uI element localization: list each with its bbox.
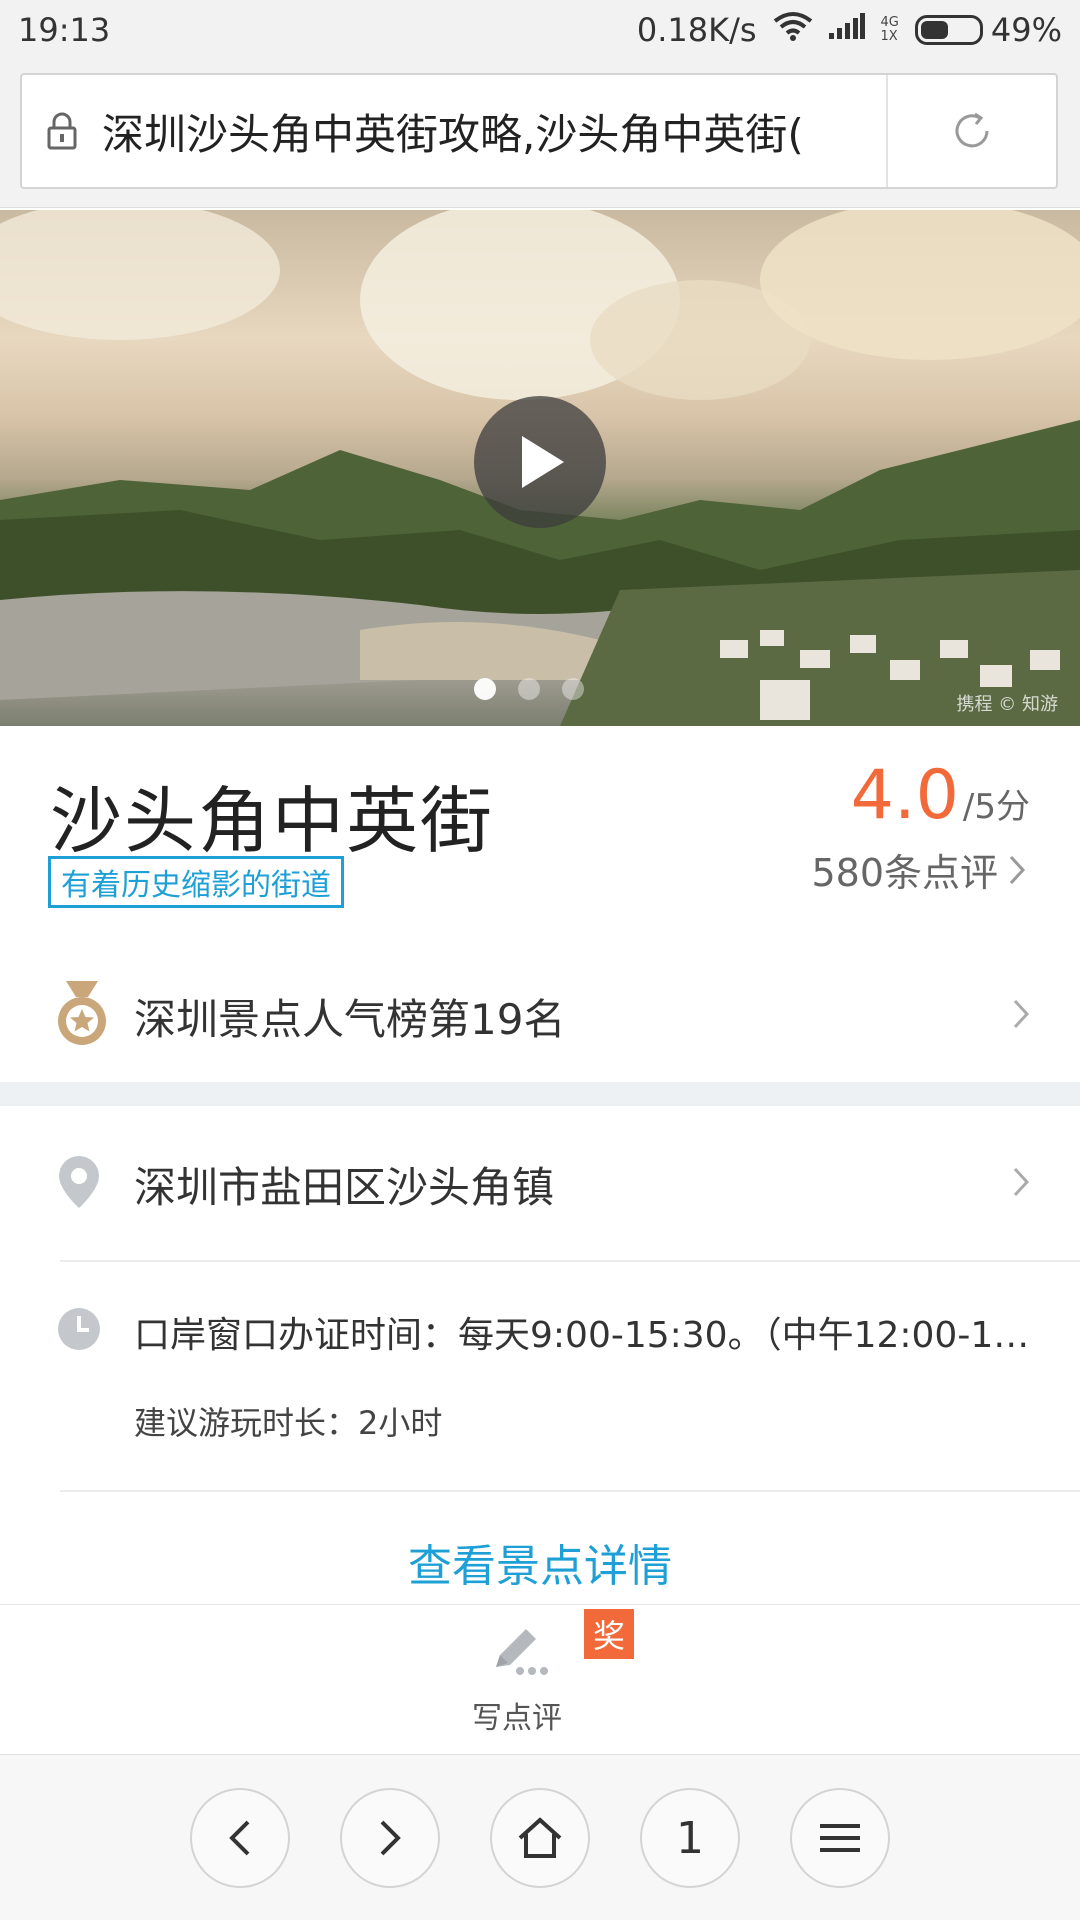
chevron-right-icon bbox=[1009, 855, 1026, 884]
browser-address-area: 深圳沙头角中英街攻略,沙头角中英街( bbox=[0, 60, 1080, 208]
tabs-button[interactable]: 1 bbox=[640, 1788, 740, 1888]
address-text[interactable]: 深圳沙头角中英街攻略,沙头角中英街( bbox=[102, 101, 886, 162]
medal-icon bbox=[56, 981, 108, 1051]
lock-icon bbox=[22, 112, 102, 150]
home-button[interactable] bbox=[490, 1788, 590, 1888]
play-icon bbox=[522, 436, 564, 488]
reviews-link[interactable]: 580条点评 bbox=[811, 842, 1026, 897]
hero-image[interactable]: 携程 © 知游 bbox=[0, 210, 1080, 726]
review-action-bar: 写点评 奖 bbox=[0, 1604, 1080, 1754]
pencil-icon bbox=[496, 1629, 548, 1675]
wifi-icon bbox=[773, 11, 813, 49]
ranking-row[interactable]: 深圳景点人气榜第19名 bbox=[0, 980, 1080, 1052]
attraction-tag: 有着历史缩影的街道 bbox=[48, 856, 344, 908]
rating-unit: /5分 bbox=[962, 787, 1030, 827]
browser-nav-bar: 1 bbox=[0, 1754, 1080, 1920]
tab-count: 1 bbox=[676, 1812, 704, 1864]
chevron-right-icon bbox=[380, 1820, 401, 1856]
signal-icon bbox=[828, 11, 865, 49]
location-pin-icon bbox=[56, 1154, 102, 1214]
image-watermark: 携程 © 知游 bbox=[956, 694, 1058, 715]
carousel-dot[interactable] bbox=[562, 678, 584, 700]
status-bar: 19:13 0.18K/s 4G 1X 49% bbox=[0, 0, 1080, 60]
carousel-dot[interactable] bbox=[518, 678, 540, 700]
home-icon bbox=[518, 1817, 562, 1858]
attraction-name: 沙头角中英街 bbox=[50, 779, 495, 863]
suggested-duration: 建议游玩时长：2小时 bbox=[134, 1404, 443, 1442]
rating: 4.0 /5分 bbox=[851, 756, 1030, 835]
section-divider bbox=[0, 1082, 1080, 1106]
divider bbox=[60, 1260, 1080, 1262]
reward-badge: 奖 bbox=[584, 1609, 634, 1659]
view-details-link[interactable]: 查看景点详情 bbox=[0, 1530, 1080, 1594]
battery: 49% bbox=[914, 11, 1062, 49]
refresh-button[interactable] bbox=[886, 75, 1056, 187]
write-review-button[interactable]: 写点评 bbox=[462, 1623, 572, 1737]
reviews-count: 580条点评 bbox=[811, 851, 998, 895]
clock-icon bbox=[56, 1306, 102, 1356]
opening-hours: 口岸窗口办证时间：每天9:00-15:30。（中午12:00-14:00暂停办理… bbox=[134, 1315, 1034, 1356]
location-row[interactable]: 深圳市盐田区沙头角镇 bbox=[0, 1148, 1080, 1220]
rating-score: 4.0 bbox=[850, 756, 959, 835]
network-type-top: 4G bbox=[880, 15, 899, 30]
menu-icon bbox=[820, 1824, 860, 1852]
network-type-bottom: 1X bbox=[880, 29, 898, 44]
address-text: 深圳市盐田区沙头角镇 bbox=[134, 1162, 555, 1212]
network-type: 4G 1X bbox=[881, 16, 899, 44]
write-review-label: 写点评 bbox=[472, 1701, 562, 1736]
chevron-right-icon bbox=[1012, 1166, 1030, 1202]
carousel-indicator bbox=[474, 678, 584, 700]
address-bar[interactable]: 深圳沙头角中英街攻略,沙头角中英街( bbox=[20, 73, 1058, 189]
divider bbox=[60, 1490, 1080, 1492]
ranking-text: 深圳景点人气榜第19名 bbox=[134, 994, 566, 1044]
back-button[interactable] bbox=[190, 1788, 290, 1888]
carousel-dot-active[interactable] bbox=[474, 678, 496, 700]
chevron-left-icon bbox=[229, 1820, 250, 1856]
chevron-right-icon bbox=[1012, 998, 1030, 1034]
battery-fill bbox=[920, 21, 948, 39]
battery-percent: 49% bbox=[990, 11, 1062, 49]
network-speed: 0.18K/s bbox=[636, 11, 757, 49]
status-indicators: 0.18K/s 4G 1X 49% bbox=[637, 11, 1062, 49]
battery-icon bbox=[914, 15, 983, 45]
refresh-icon bbox=[955, 112, 989, 148]
play-video-button[interactable] bbox=[474, 396, 606, 528]
forward-button[interactable] bbox=[340, 1788, 440, 1888]
status-time: 19:13 bbox=[18, 11, 111, 49]
menu-button[interactable] bbox=[790, 1788, 890, 1888]
